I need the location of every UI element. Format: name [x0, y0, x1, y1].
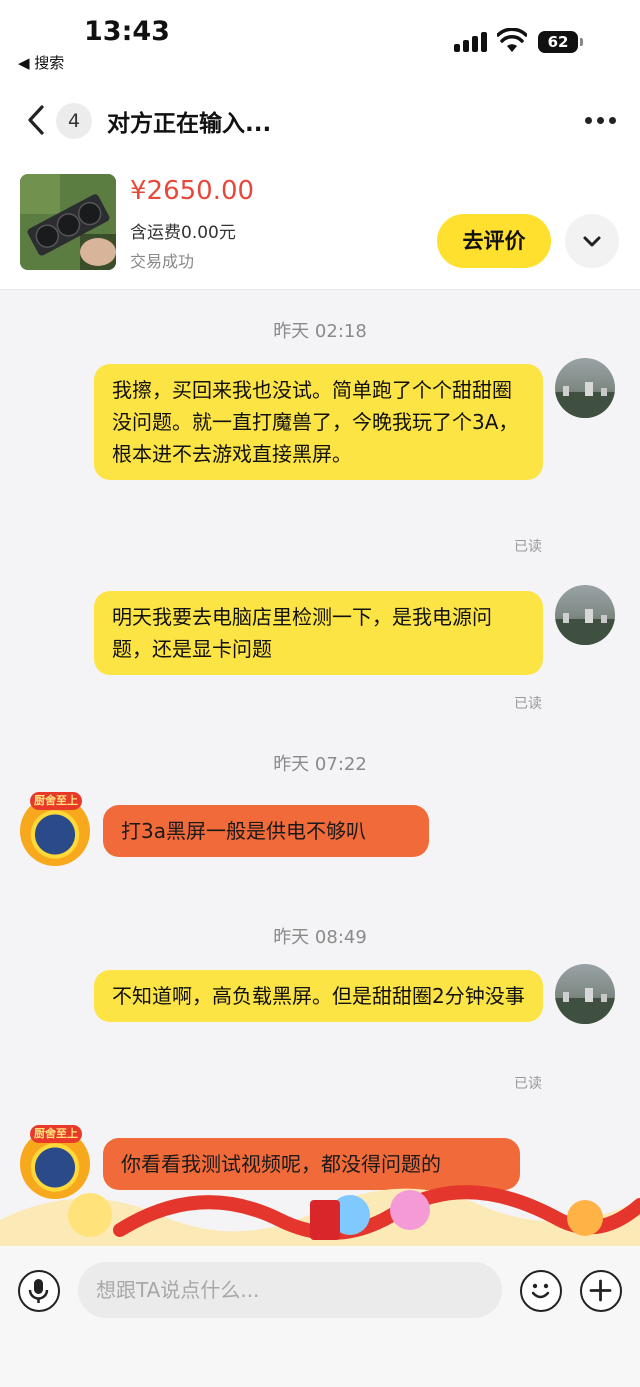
- avatar-badge: 厨舍至上: [30, 1125, 82, 1143]
- my-avatar[interactable]: [555, 358, 615, 418]
- status-time: 13:43: [84, 16, 170, 47]
- my-avatar[interactable]: [555, 585, 615, 645]
- expand-order-button[interactable]: [565, 214, 619, 268]
- message-timestamp: 昨天 02:18: [273, 321, 367, 342]
- message-list[interactable]: 昨天 02:18 我擦，买回来我也没试。简单跑了个个甜甜圈没问题。就一直打魔兽了…: [0, 291, 640, 1246]
- order-shipping: 含运费0.00元: [130, 223, 236, 243]
- order-status: 交易成功: [130, 252, 195, 271]
- more-horizontal-icon[interactable]: [584, 114, 618, 128]
- wifi-icon: [497, 28, 527, 52]
- chat-header: 4 对方正在输入...: [0, 80, 640, 162]
- input-bar: 想跟TA说点什么...: [0, 1246, 640, 1387]
- smiley-icon[interactable]: [520, 1270, 562, 1312]
- my-avatar[interactable]: [555, 964, 615, 1024]
- read-receipt: 已读: [514, 539, 542, 555]
- order-price: ¥2650.00: [130, 176, 255, 206]
- unread-count-badge: 4: [56, 103, 92, 139]
- seller-avatar[interactable]: 厨舍至上: [20, 792, 90, 866]
- message-bubble-mine[interactable]: 明天我要去电脑店里检测一下，是我电源问题，还是显卡问题: [94, 591, 543, 675]
- battery-indicator: 62: [538, 31, 578, 53]
- message-bubble-theirs[interactable]: 打3a黑屏一般是供电不够叭: [103, 805, 429, 857]
- message-timestamp: 昨天 07:22: [273, 754, 367, 775]
- chevron-left-icon[interactable]: [22, 102, 52, 138]
- order-card[interactable]: ¥2650.00 含运费0.00元 交易成功 去评价: [0, 162, 640, 290]
- back-to-app-link[interactable]: ◀ 搜索: [18, 52, 64, 73]
- cellular-signal-icon: [454, 32, 488, 52]
- status-bar: 13:43 ◀ 搜索 62: [0, 0, 640, 80]
- microphone-icon[interactable]: [18, 1270, 60, 1312]
- festive-decoration: [0, 1185, 640, 1246]
- message-input[interactable]: 想跟TA说点什么...: [78, 1262, 502, 1318]
- chat-title: 对方正在输入...: [107, 111, 272, 137]
- review-button[interactable]: 去评价: [437, 214, 551, 268]
- read-receipt: 已读: [514, 696, 542, 712]
- product-thumbnail[interactable]: [20, 174, 116, 270]
- read-receipt: 已读: [514, 1076, 542, 1092]
- message-bubble-mine[interactable]: 不知道啊，高负载黑屏。但是甜甜圈2分钟没事: [94, 970, 543, 1022]
- battery-tip: [580, 38, 583, 46]
- message-bubble-mine[interactable]: 我擦，买回来我也没试。简单跑了个个甜甜圈没问题。就一直打魔兽了，今晚我玩了个3A…: [94, 364, 543, 480]
- plus-icon[interactable]: [580, 1270, 622, 1312]
- message-timestamp: 昨天 08:49: [273, 927, 367, 948]
- avatar-badge: 厨舍至上: [30, 792, 82, 810]
- chevron-down-icon: [583, 236, 601, 247]
